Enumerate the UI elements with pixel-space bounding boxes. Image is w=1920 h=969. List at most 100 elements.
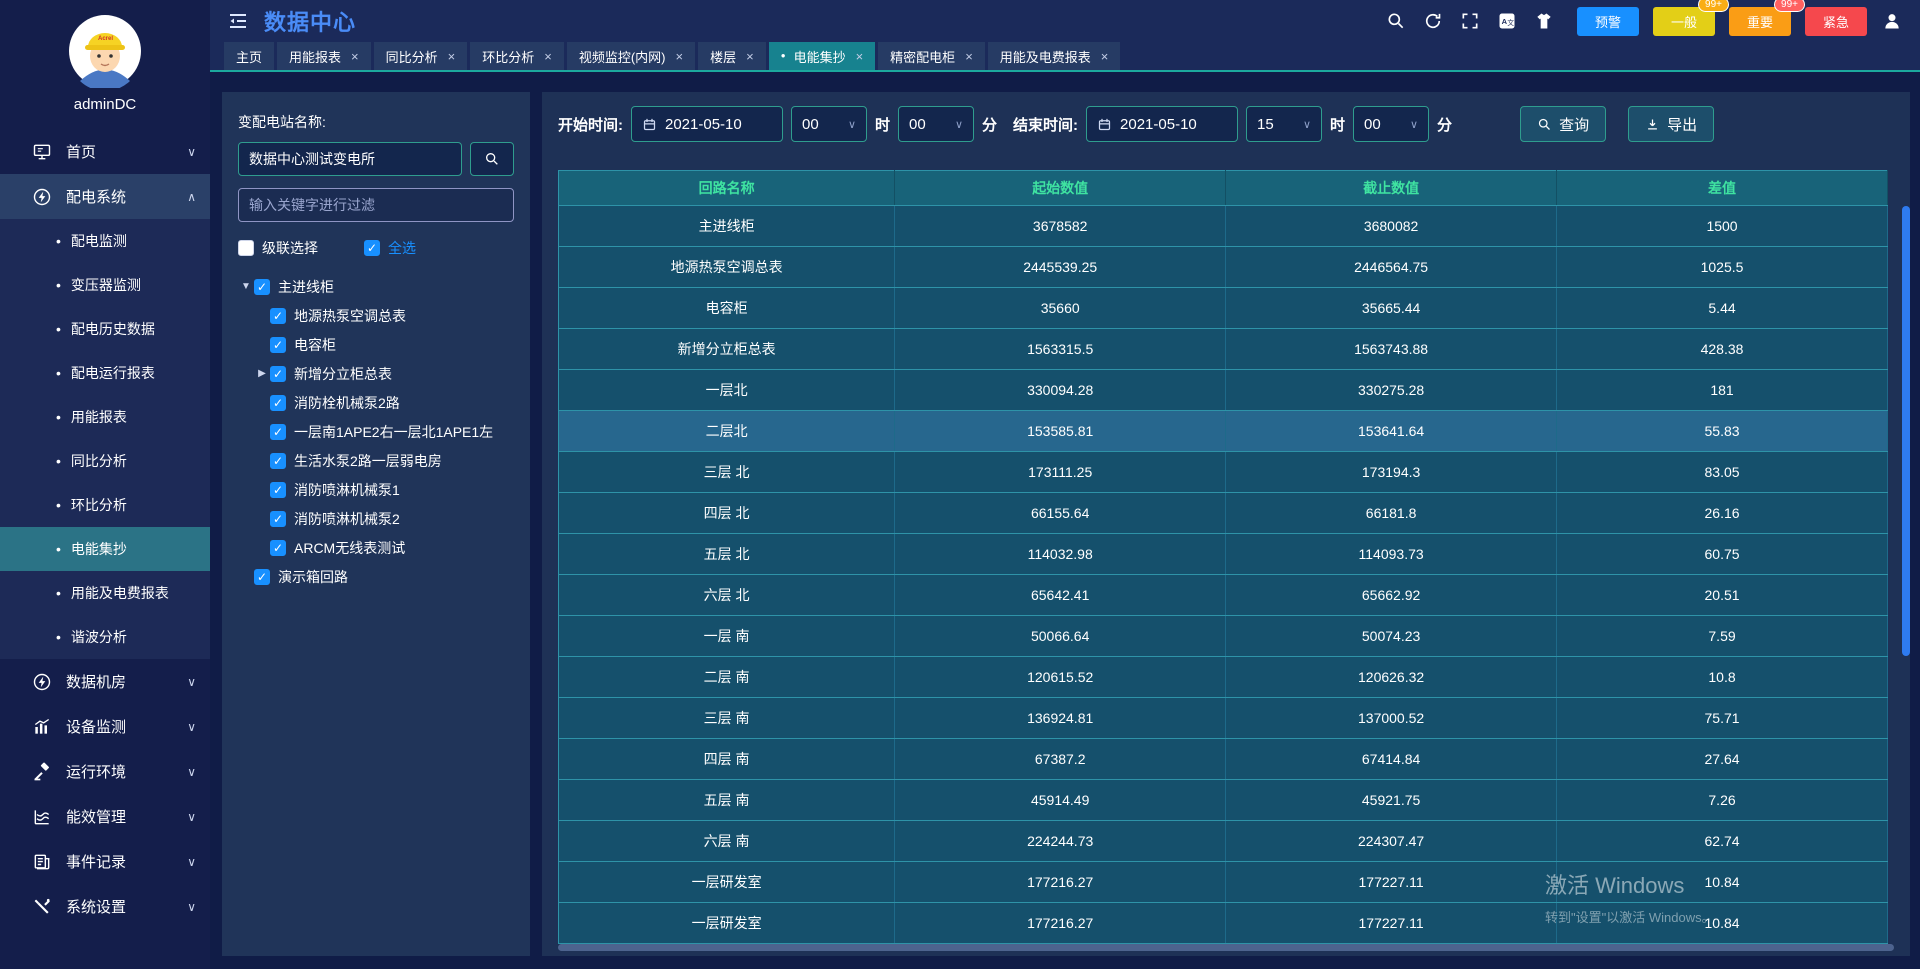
submenu-item[interactable]: •用能及电费报表 [0,571,210,615]
submenu-item[interactable]: •电能集抄 [0,527,210,571]
refresh-icon[interactable] [1423,10,1445,32]
user-icon[interactable] [1882,10,1904,32]
end-minute-select[interactable]: 00∨ [1353,106,1429,142]
tree-node-checkbox[interactable]: ✓ [270,540,286,556]
tab-7[interactable]: ●电能集抄× [769,42,875,70]
table-row[interactable]: 五层 北114032.98114093.7360.75 [559,534,1888,575]
select-all-checkbox[interactable]: ✓ [364,240,380,256]
start-hour-select[interactable]: 00∨ [791,106,867,142]
submenu-item[interactable]: •变压器监测 [0,263,210,307]
search-icon[interactable] [1386,10,1408,32]
export-button[interactable]: 导出 [1628,106,1714,142]
tab-close-icon[interactable]: × [448,49,456,64]
tab-close-icon[interactable]: × [746,49,754,64]
table-row[interactable]: 电容柜3566035665.445.44 [559,288,1888,329]
table-row[interactable]: 四层 北66155.6466181.826.16 [559,493,1888,534]
alarm-button-4[interactable]: 紧急 [1805,7,1867,36]
table-row[interactable]: 六层 南224244.73224307.4762.74 [559,821,1888,862]
tab-close-icon[interactable]: × [676,49,684,64]
start-minute-select[interactable]: 00∨ [898,106,974,142]
submenu-item[interactable]: •配电历史数据 [0,307,210,351]
cascade-checkbox[interactable] [238,240,254,256]
alarm-button-1[interactable]: 预警 [1577,7,1639,36]
caret-right-icon[interactable]: ▶ [254,368,270,379]
tree-node[interactable]: ✓地源热泵空调总表 [238,301,514,330]
tree-node-checkbox[interactable]: ✓ [270,511,286,527]
end-date-picker[interactable]: 2021-05-10 [1086,106,1238,142]
tree-node[interactable]: ✓消防喷淋机械泵2 [238,504,514,533]
table-row[interactable]: 二层 南120615.52120626.3210.8 [559,657,1888,698]
end-hour-select[interactable]: 15∨ [1246,106,1322,142]
table-row[interactable]: 六层 北65642.4165662.9220.51 [559,575,1888,616]
tree-node-checkbox[interactable]: ✓ [254,569,270,585]
tree-node-checkbox[interactable]: ✓ [270,453,286,469]
tab-2[interactable]: 用能报表× [277,42,371,70]
keyword-filter-input[interactable] [238,188,514,222]
tab-close-icon[interactable]: × [544,49,552,64]
tree-node-checkbox[interactable]: ✓ [270,308,286,324]
station-input[interactable] [238,142,462,176]
submenu-item[interactable]: •环比分析 [0,483,210,527]
submenu-item[interactable]: •配电监测 [0,219,210,263]
table-row[interactable]: 新增分立柜总表1563315.51563743.88428.38 [559,329,1888,370]
sidebar-item-5[interactable]: 运行环境∨ [0,749,210,794]
tree-node[interactable]: ✓生活水泵2路一层弱电房 [238,446,514,475]
tree-node[interactable]: ▶✓新增分立柜总表 [238,359,514,388]
submenu-item[interactable]: •同比分析 [0,439,210,483]
station-search-button[interactable] [470,142,514,176]
sidebar-item-4[interactable]: 设备监测∨ [0,704,210,749]
query-button[interactable]: 查询 [1520,106,1606,142]
table-row[interactable]: 地源热泵空调总表2445539.252446564.751025.5 [559,247,1888,288]
table-row[interactable]: 主进线柜367858236800821500 [559,206,1888,247]
tab-4[interactable]: 环比分析× [470,42,564,70]
theme-icon[interactable] [1534,10,1556,32]
sidebar-item-7[interactable]: 事件记录∨ [0,839,210,884]
fullscreen-icon[interactable] [1460,10,1482,32]
submenu-item[interactable]: •用能报表 [0,395,210,439]
alarm-button-2[interactable]: 一般99+ [1653,7,1715,36]
table-row[interactable]: 三层 南136924.81137000.5275.71 [559,698,1888,739]
tab-6[interactable]: 楼层× [698,42,766,70]
sidebar-item-6[interactable]: 能效管理∨ [0,794,210,839]
table-horizontal-scrollbar[interactable] [558,944,1894,951]
tab-3[interactable]: 同比分析× [374,42,468,70]
tree-node-checkbox[interactable]: ✓ [270,366,286,382]
tab-close-icon[interactable]: × [965,49,973,64]
table-row[interactable]: 一层研发室177216.27177227.1110.84 [559,862,1888,903]
table-row[interactable]: 二层北153585.81153641.6455.83 [559,411,1888,452]
tree-node-checkbox[interactable]: ✓ [254,279,270,295]
tree-node[interactable]: ✓演示箱回路 [238,562,514,591]
table-row[interactable]: 五层 南45914.4945921.757.26 [559,780,1888,821]
submenu-item[interactable]: •谐波分析 [0,615,210,659]
tree-node[interactable]: ✓ARCM无线表测试 [238,533,514,562]
select-all-label[interactable]: 全选 [388,238,416,258]
table-row[interactable]: 一层研发室177216.27177227.1110.84 [559,903,1888,944]
tree-node[interactable]: ▼✓主进线柜 [238,272,514,301]
submenu-item[interactable]: •配电运行报表 [0,351,210,395]
table-vertical-scrollbar[interactable] [1902,206,1910,656]
menu-fold-icon[interactable] [226,9,250,33]
tab-close-icon[interactable]: × [1101,49,1109,64]
table-row[interactable]: 一层 南50066.6450074.237.59 [559,616,1888,657]
tab-5[interactable]: 视频监控(内网)× [567,42,695,70]
tab-1[interactable]: 主页 [224,42,274,70]
table-row[interactable]: 三层 北173111.25173194.383.05 [559,452,1888,493]
tree-node[interactable]: ✓消防栓机械泵2路 [238,388,514,417]
tab-close-icon[interactable]: × [856,49,864,64]
tree-node[interactable]: ✓电容柜 [238,330,514,359]
tree-node-checkbox[interactable]: ✓ [270,337,286,353]
table-row[interactable]: 一层北330094.28330275.28181 [559,370,1888,411]
tab-8[interactable]: 精密配电柜× [878,42,985,70]
sidebar-item-1[interactable]: 首页∨ [0,129,210,174]
caret-down-icon[interactable]: ▼ [238,281,254,292]
tab-close-icon[interactable]: × [351,49,359,64]
tree-node-checkbox[interactable]: ✓ [270,482,286,498]
sidebar-item-8[interactable]: 系统设置∨ [0,884,210,929]
translate-icon[interactable]: A文 [1497,10,1519,32]
tree-node[interactable]: ✓一层南1APE2右一层北1APE1左 [238,417,514,446]
avatar[interactable]: Acrel [68,14,142,88]
tree-node-checkbox[interactable]: ✓ [270,395,286,411]
sidebar-item-3[interactable]: 数据机房∨ [0,659,210,704]
tree-node-checkbox[interactable]: ✓ [270,424,286,440]
tab-9[interactable]: 用能及电费报表× [988,42,1121,70]
